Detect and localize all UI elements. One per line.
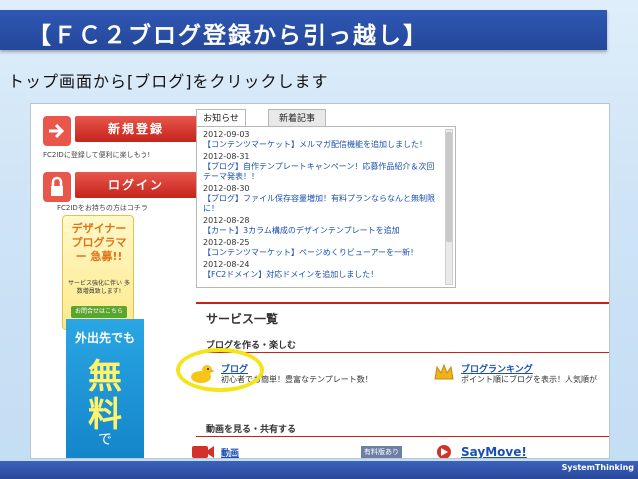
news-link[interactable]: 【ブログ】自作テンプレートキャンペーン！応募作品紹介＆次回テーマ発表！！ — [203, 162, 439, 182]
news-date: 2012-08-28 — [203, 216, 250, 225]
news-link[interactable]: 【ブログ】ファイル保存容量増加！有料プランならなんと無制限に！ — [203, 194, 439, 214]
news-item[interactable]: 2012-08-30 【ブログ】ファイル保存容量増加！有料プランならなんと無制限… — [203, 184, 439, 214]
slide-title: 【ＦＣ２ブログ登録から引っ越し】 — [28, 23, 428, 49]
designer-banner-title: デザイナー プログラマー 急募!! — [71, 222, 127, 263]
fc2-top-page-screenshot: 新規登録 FC2IDに登録して便利に楽しもう! ログイン FC2IDをお持ちの方… — [30, 103, 610, 459]
slide-title-bar: 【ＦＣ２ブログ登録から引っ越し】 — [0, 10, 607, 50]
news-item[interactable]: 2012-08-24 【FC2ドメイン】対応ドメインを追加しました！ — [203, 260, 439, 280]
section-divider — [196, 436, 609, 437]
video-paid-badge: 有料版あり — [361, 446, 402, 458]
tab-notices[interactable]: お知らせ — [196, 109, 246, 127]
news-item[interactable]: 2012-08-31 【ブログ】自作テンプレートキャンペーン！応募作品紹介＆次回… — [203, 152, 439, 182]
designer-banner-sub: サービス強化に伴い 多数増員致します! — [68, 280, 130, 295]
news-link[interactable]: 【コンテンツマーケット】メルマガ配信機能を追加しました！ — [203, 140, 439, 150]
ad-banner-small-text: で — [98, 432, 112, 448]
register-arrow-icon — [43, 116, 71, 146]
news-link[interactable]: 【カート】3カラム構成のデザインテンプレートを追加 — [203, 226, 439, 236]
news-item[interactable]: 2012-08-25 【コンテンツマーケット】ページめくりビューアーを一新！ — [203, 238, 439, 258]
blog-highlight-marker — [176, 348, 264, 392]
news-date: 2012-08-24 — [203, 260, 250, 269]
designer-banner-button[interactable]: お問合せはこちら — [71, 306, 127, 318]
section-divider — [196, 352, 609, 353]
ranking-description: ポイント順にブログを表示！人気順が — [461, 375, 597, 384]
lock-icon — [43, 172, 71, 202]
news-scroll-thumb[interactable] — [446, 132, 452, 242]
video-link[interactable]: 動画 — [221, 446, 239, 458]
news-scrollbar[interactable] — [445, 129, 453, 285]
login-button[interactable]: ログイン — [75, 172, 197, 198]
footer-brand: SystemThinking — [561, 463, 634, 472]
video-icon — [191, 444, 215, 458]
news-date: 2012-08-31 — [203, 152, 250, 161]
news-date: 2012-09-03 — [203, 130, 250, 139]
news-item[interactable]: 2012-09-03 【コンテンツマーケット】メルマガ配信機能を追加しました！ — [203, 130, 439, 150]
designer-recruit-banner[interactable]: デザイナー プログラマー 急募!! サービス強化に伴い 多数増員致します! お問… — [62, 215, 134, 330]
saymove-icon — [433, 444, 455, 458]
saymove-link[interactable]: SayMove! — [461, 445, 527, 458]
services-section-video: 動画を見る・共有する — [206, 425, 297, 435]
news-list: 2012-09-03 【コンテンツマーケット】メルマガ配信機能を追加しました！ … — [196, 126, 456, 288]
news-date: 2012-08-30 — [203, 184, 250, 193]
tab-new-articles[interactable]: 新着記事 — [268, 109, 326, 127]
news-date: 2012-08-25 — [203, 238, 250, 247]
services-heading: サービス一覧 — [196, 302, 609, 326]
news-item[interactable]: 2012-08-28 【カート】3カラム構成のデザインテンプレートを追加 — [203, 216, 439, 236]
slide-subtitle: トップ画面から[ブログ]をクリックします — [8, 72, 329, 91]
ranking-crown-icon — [433, 363, 455, 381]
mobile-ad-banner[interactable]: 外出先でも 無 料 で — [66, 319, 144, 458]
slide-footer-bar: SystemThinking — [0, 461, 638, 479]
news-link[interactable]: 【コンテンツマーケット】ページめくりビューアーを一新！ — [203, 248, 439, 258]
news-link[interactable]: 【FC2ドメイン】対応ドメインを追加しました！ — [203, 270, 439, 280]
register-note: FC2IDに登録して便利に楽しもう! — [43, 151, 151, 159]
ad-banner-top-text: 外出先でも — [74, 331, 135, 345]
login-note: FC2IDをお持ちの方はコチラ — [57, 204, 148, 212]
register-button[interactable]: 新規登録 — [75, 116, 197, 142]
